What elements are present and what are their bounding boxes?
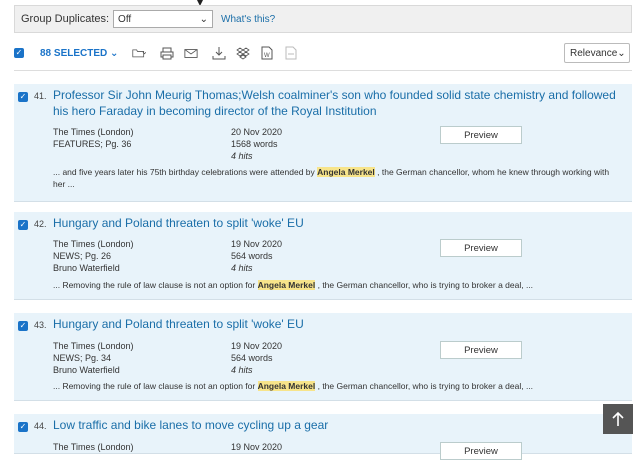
sort-value: Relevance — [570, 47, 618, 59]
download-icon[interactable] — [212, 46, 226, 60]
result-number: 41. — [34, 91, 47, 101]
result-item: ✓ 43. Hungary and Poland threaten to spl… — [14, 313, 632, 401]
result-item: ✓ 41. Professor Sir John Meurig Thomas;W… — [14, 84, 632, 202]
result-title-link[interactable]: Hungary and Poland threaten to split 'wo… — [53, 316, 623, 332]
result-checkbox[interactable]: ✓ — [18, 321, 28, 331]
result-snippet: ... and five years later his 75th birthd… — [53, 167, 610, 189]
pdf-icon[interactable] — [284, 46, 298, 60]
result-snippet: ... Removing the rule of law clause is n… — [53, 381, 534, 391]
result-title-link[interactable]: Professor Sir John Meurig Thomas;Welsh c… — [53, 87, 623, 119]
search-term-highlight: Angela Merkel — [257, 280, 316, 290]
folder-icon[interactable] — [132, 46, 147, 60]
back-to-top-icon[interactable] — [603, 404, 633, 434]
result-title-link[interactable]: Hungary and Poland threaten to split 'wo… — [53, 215, 623, 231]
result-date-info: 19 Nov 2020 564 words 4 hits — [231, 341, 283, 375]
result-source-info: The Times (London) FEATURES; Pg. 36 — [53, 127, 134, 149]
word-doc-icon[interactable]: W — [260, 46, 274, 60]
chevron-down-icon: ⌄ — [617, 47, 626, 59]
result-number: 43. — [34, 320, 47, 330]
result-title-link[interactable]: Low traffic and bike lanes to move cycli… — [53, 417, 623, 433]
preview-button[interactable]: Preview — [440, 341, 522, 359]
result-number: 42. — [34, 219, 47, 229]
print-icon[interactable] — [160, 46, 174, 60]
result-number: 44. — [34, 421, 47, 431]
result-checkbox[interactable]: ✓ — [18, 92, 28, 102]
result-checkbox[interactable]: ✓ — [18, 220, 28, 230]
group-duplicates-bar: Group Duplicates: Off ⌄ What's this? — [14, 5, 632, 33]
svg-text:W: W — [264, 53, 270, 59]
group-duplicates-label: Group Duplicates: — [21, 13, 110, 25]
result-snippet: ... Removing the rule of law clause is n… — [53, 280, 534, 290]
search-term-highlight: Angela Merkel — [257, 381, 316, 391]
chevron-down-icon: ⌄ — [199, 13, 209, 25]
result-date-info: 19 Nov 2020 — [231, 442, 283, 452]
result-date-info: 20 Nov 2020 1568 words 4 hits — [231, 127, 283, 161]
selected-count-dropdown[interactable]: 88 SELECTED ⌄ — [40, 48, 118, 59]
result-item: ✓ 42. Hungary and Poland threaten to spl… — [14, 212, 632, 300]
preview-button[interactable]: Preview — [440, 239, 522, 257]
dropbox-icon[interactable] — [236, 46, 251, 60]
sort-select[interactable]: Relevance ⌄ — [564, 43, 630, 63]
result-source-info: The Times (London) NEWS; Pg. 26 Bruno Wa… — [53, 239, 134, 273]
select-all-checkbox[interactable]: ✓ — [14, 48, 24, 58]
group-duplicates-value: Off — [118, 13, 132, 25]
whats-this-link[interactable]: What's this? — [221, 14, 275, 25]
result-date-info: 19 Nov 2020 564 words 4 hits — [231, 239, 283, 273]
result-source-info: The Times (London) NEWS; Pg. 34 Bruno Wa… — [53, 341, 134, 375]
result-item: ✓ 44. Low traffic and bike lanes to move… — [14, 414, 632, 460]
group-duplicates-select[interactable]: Off ⌄ — [113, 10, 214, 28]
results-toolbar: ✓ 88 SELECTED ⌄ W Relevance ⌄ — [14, 36, 632, 71]
result-checkbox[interactable]: ✓ — [18, 422, 28, 432]
search-term-highlight: Angela Merkel — [317, 167, 375, 177]
preview-button[interactable]: Preview — [440, 442, 522, 460]
result-source-info: The Times (London) — [53, 442, 134, 452]
preview-button[interactable]: Preview — [440, 126, 522, 144]
email-icon[interactable] — [184, 46, 198, 60]
